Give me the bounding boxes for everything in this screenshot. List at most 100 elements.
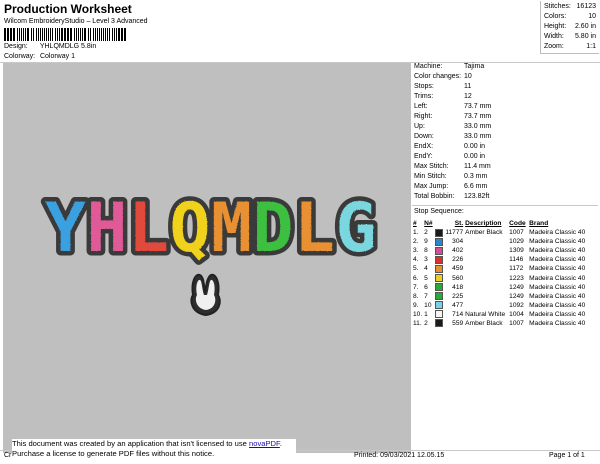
color-swatch	[434, 246, 444, 255]
stop-row: 11. 2 559 Amber Black 1007 Madeira Classic 40	[412, 319, 598, 328]
license-notice: This document was created by an applicat…	[12, 439, 296, 461]
stat-label: Width:	[544, 33, 564, 40]
up-row: Up: 33.0 mm	[414, 123, 491, 133]
colorway-value: Colorway 1	[39, 53, 75, 60]
needle-number: 8	[424, 247, 428, 255]
col-brand: Brand	[529, 220, 549, 227]
color-swatch	[434, 264, 444, 273]
stitch-count: 402	[452, 247, 464, 255]
left-row: Left: 73.7 mm	[414, 103, 491, 113]
swatch-icon	[435, 264, 444, 273]
stop-number: 9.	[413, 301, 419, 309]
color-changes-row: Color changes: 10	[414, 73, 472, 83]
stat-value: 2.60 in	[574, 23, 596, 30]
stitch-count: 418	[452, 283, 464, 291]
logo-text: YY HH LL QQ MM DD LL GG	[41, 185, 381, 273]
needle-number: 10	[424, 301, 432, 309]
needle-number: 7	[424, 292, 428, 300]
stop-sequence-title: Stop Sequence:	[414, 208, 464, 215]
stop-row: 3. 8 402 1309 Madeira Classic 40	[412, 246, 598, 255]
stat-height: Height: 2.60 in	[544, 23, 598, 33]
info-value: 0.00 in	[464, 143, 486, 150]
notice-text: .	[279, 439, 282, 448]
stop-number: 10.	[413, 310, 423, 318]
info-label: EndY:	[414, 153, 433, 160]
stitch-count: 459	[452, 265, 464, 273]
stop-row: 7. 6 418 1249 Madeira Classic 40	[412, 283, 598, 292]
needle-number: 4	[424, 265, 428, 273]
stat-value: 10	[588, 13, 596, 20]
info-label: Up:	[414, 123, 425, 130]
footer-left: Cr	[4, 452, 12, 459]
stop-row: 5. 4 459 1172 Madeira Classic 40	[412, 264, 598, 273]
thread-brand: Madeira Classic 40	[529, 247, 586, 255]
info-label: Total Bobbin:	[414, 193, 455, 200]
swatch-icon	[435, 310, 444, 319]
info-value: 12	[464, 93, 472, 100]
stop-row: 8. 7 225 1249 Madeira Classic 40	[412, 292, 598, 301]
notice-text: This document was created by an applicat…	[12, 439, 247, 448]
thread-description	[464, 273, 508, 282]
barcode	[4, 28, 126, 41]
stop-number: 5.	[413, 265, 419, 273]
info-value: 11	[464, 83, 472, 90]
color-swatch	[434, 228, 444, 237]
max-stitch-row: Max Stitch: 11.4 mm	[414, 163, 491, 173]
swatch-icon	[435, 274, 444, 283]
stop-row: 1. 2 11777 Amber Black 1007 Madeira Classic 4…	[412, 228, 598, 237]
info-label: Color changes:	[414, 73, 462, 80]
col-stitches: St.	[454, 220, 464, 227]
thread-description	[464, 292, 508, 301]
thread-description: Amber Black	[465, 229, 503, 237]
thread-brand: Madeira Classic 40	[529, 256, 586, 264]
info-value: 73.7 mm	[464, 103, 492, 110]
info-label: Max Stitch:	[414, 163, 449, 170]
info-label: Trims:	[414, 93, 434, 100]
thread-description	[464, 264, 508, 273]
logo-letter: M	[211, 189, 252, 268]
swatch-icon	[435, 228, 444, 237]
down-row: Down: 33.0 mm	[414, 133, 491, 143]
info-label: Max Jump:	[414, 183, 449, 190]
design-canvas: YYHHLLQQMMDDLLGG	[3, 63, 411, 453]
design-value: YHLQMDLG 5.8in	[39, 43, 97, 50]
logo-letter: L	[128, 189, 169, 268]
stop-number: 8.	[413, 292, 419, 300]
trims-row: Trims: 12	[414, 93, 472, 103]
thread-code: 1092	[509, 301, 524, 309]
col-description: Description	[465, 220, 502, 227]
stitch-count: 304	[452, 238, 464, 246]
thread-description	[464, 255, 508, 264]
needle-number: 3	[424, 256, 428, 264]
notice-line-1: This document was created by an applicat…	[12, 439, 296, 449]
page-title: Production Worksheet	[4, 2, 132, 16]
stop-number: 4.	[413, 256, 419, 264]
color-swatch	[434, 292, 444, 301]
needle-number: 2	[424, 229, 428, 237]
stat-zoom: Zoom: 1:1	[544, 43, 598, 53]
logo-letter: D	[253, 189, 294, 268]
info-value: 33.0 mm	[464, 123, 492, 130]
thread-code: 1029	[509, 238, 524, 246]
novapdf-link[interactable]: novaPDF	[249, 439, 280, 448]
logo-letter: G	[336, 189, 377, 268]
info-value: 11.4 mm	[464, 163, 491, 170]
notice-line-2: Purchase a license to generate PDF files…	[12, 449, 215, 458]
color-swatch	[434, 319, 444, 328]
stat-label: Colors:	[544, 13, 567, 20]
thread-brand: Madeira Classic 40	[529, 292, 586, 300]
info-value: 10	[464, 73, 472, 80]
thread-code: 1004	[509, 310, 524, 318]
stitch-count: 714	[452, 310, 464, 318]
stop-row: 2. 9 304 1029 Madeira Classic 40	[412, 237, 598, 246]
needle-number: 2	[424, 319, 428, 327]
stop-row: 6. 5 560 1223 Madeira Classic 40	[412, 273, 598, 283]
thread-brand: Madeira Classic 40	[529, 265, 586, 273]
thread-description	[464, 237, 508, 246]
stitch-count: 559	[452, 319, 464, 327]
stop-row: 10. 1 714 Natural White 1004 Madeira Classic …	[412, 310, 598, 319]
stitch-count: 477	[452, 301, 464, 309]
max-jump-row: Max Jump: 6.6 mm	[414, 183, 487, 193]
swatch-icon	[435, 246, 444, 255]
thread-brand: Madeira Classic 40	[529, 274, 586, 282]
